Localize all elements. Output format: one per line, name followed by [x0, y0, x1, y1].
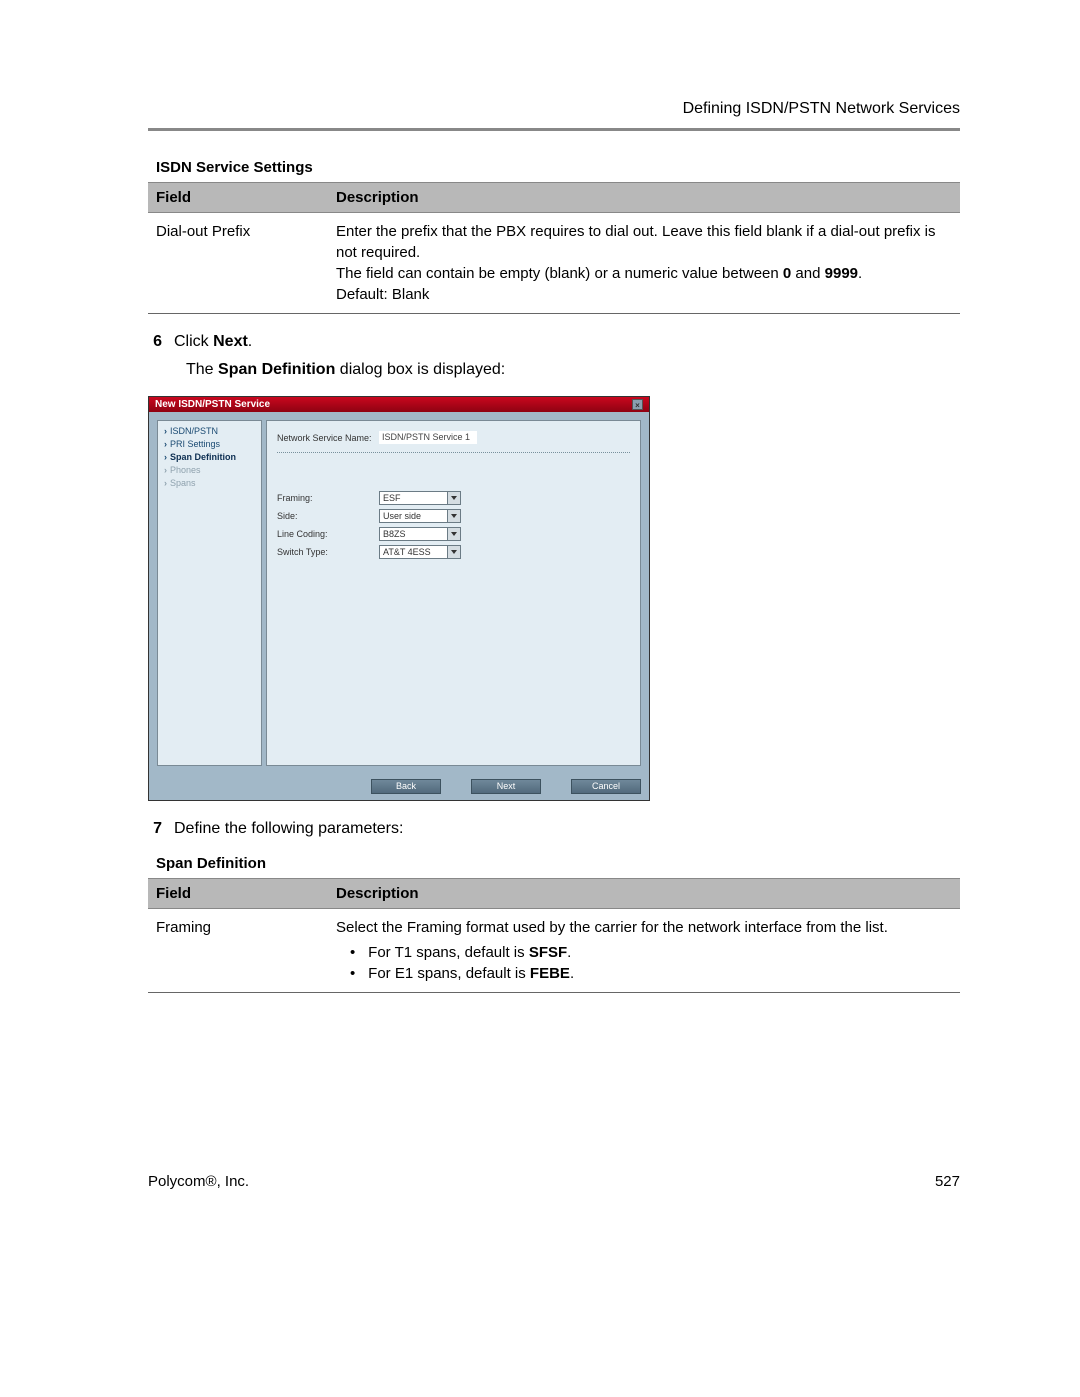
desc-text: . — [858, 265, 862, 282]
isdn-field-cell: Dial-out Prefix — [148, 213, 328, 314]
bullet-text: For E1 spans, default is — [368, 965, 530, 982]
desc-line: Default: Blank — [336, 284, 952, 305]
desc-bold: 0 — [783, 265, 791, 282]
dialog-form: Network Service Name: ISDN/PSTN Service … — [266, 420, 641, 766]
side-label: Side: — [277, 511, 379, 521]
sidebar-item-isdn-pstn[interactable]: ISDN/PSTN — [160, 425, 259, 438]
step-text-span: . — [248, 333, 252, 350]
isdn-col-desc: Description — [328, 183, 960, 213]
list-item: For T1 spans, default is SFSF. — [350, 942, 952, 963]
sidebar-item-pri-settings[interactable]: PRI Settings — [160, 438, 259, 451]
footer-right: 527 — [935, 1173, 960, 1190]
table-row: Dial-out Prefix Enter the prefix that th… — [148, 213, 960, 314]
step-bold: Next — [213, 333, 248, 350]
side-dropdown[interactable]: User side — [379, 509, 461, 523]
sidebar-item-phones: Phones — [160, 464, 259, 477]
span-definition-dialog: New ISDN/PSTN Service × ISDN/PSTN PRI Se… — [148, 396, 650, 801]
span-col-desc: Description — [328, 879, 960, 909]
step-number: 7 — [148, 817, 174, 841]
dialog-title-text: New ISDN/PSTN Service — [155, 399, 270, 410]
isdn-settings-table: Field Description Dial-out Prefix Enter … — [148, 182, 960, 314]
step-text-span: The — [186, 361, 218, 378]
step-text: Click Next. — [174, 330, 960, 354]
step-number: 6 — [148, 330, 174, 354]
service-name-label: Network Service Name: — [277, 433, 379, 443]
desc-text: The field can contain be empty (blank) o… — [336, 265, 783, 282]
span-definition-table: Field Description Framing Select the Fra… — [148, 878, 960, 993]
header-section: Defining ISDN/PSTN Network Services — [148, 100, 960, 118]
span-table-title: Span Definition — [156, 855, 960, 872]
framing-label: Framing: — [277, 493, 379, 503]
step-7: 7 Define the following parameters: — [148, 817, 960, 841]
step-subtext: The Span Definition dialog box is displa… — [186, 358, 960, 382]
bullet-text: For T1 spans, default is — [368, 944, 529, 961]
step-text-span: Click — [174, 333, 213, 350]
line-coding-label: Line Coding: — [277, 529, 379, 539]
desc-line: Select the Framing format used by the ca… — [336, 917, 952, 938]
desc-line: Enter the prefix that the PBX requires t… — [336, 221, 952, 263]
framing-dropdown[interactable]: ESF — [379, 491, 461, 505]
switch-type-label: Switch Type: — [277, 547, 379, 557]
footer-left: Polycom®, Inc. — [148, 1173, 249, 1190]
page-footer: Polycom®, Inc. 527 — [148, 1173, 960, 1190]
span-desc-cell: Select the Framing format used by the ca… — [328, 909, 960, 993]
isdn-desc-cell: Enter the prefix that the PBX requires t… — [328, 213, 960, 314]
sidebar-item-spans: Spans — [160, 477, 259, 490]
bullet-bold: SFSF — [529, 944, 567, 961]
bullet-bold: FEBE — [530, 965, 570, 982]
span-col-field: Field — [148, 879, 328, 909]
header-divider — [148, 128, 960, 131]
step-text-span: dialog box is displayed: — [335, 361, 505, 378]
service-name-value: ISDN/PSTN Service 1 — [379, 431, 477, 444]
back-button[interactable]: Back — [371, 779, 441, 794]
dialog-titlebar: New ISDN/PSTN Service × — [149, 397, 649, 412]
desc-text: and — [791, 265, 824, 282]
step-6: 6 Click Next. The Span Definition dialog… — [148, 330, 960, 382]
form-separator — [277, 452, 630, 453]
list-item: For E1 spans, default is FEBE. — [350, 963, 952, 984]
switch-type-dropdown[interactable]: AT&T 4ESS — [379, 545, 461, 559]
bullet-text: . — [570, 965, 574, 982]
dialog-sidebar: ISDN/PSTN PRI Settings Span Definition P… — [157, 420, 262, 766]
isdn-table-title: ISDN Service Settings — [156, 159, 960, 176]
sidebar-item-span-definition[interactable]: Span Definition — [160, 451, 259, 464]
step-bold: Span Definition — [218, 361, 335, 378]
table-row: Framing Select the Framing format used b… — [148, 909, 960, 993]
step-text: Define the following parameters: — [174, 817, 960, 841]
dialog-footer: Back Next Cancel — [149, 774, 649, 800]
desc-bold: 9999 — [825, 265, 858, 282]
next-button[interactable]: Next — [471, 779, 541, 794]
close-icon[interactable]: × — [632, 399, 643, 410]
isdn-col-field: Field — [148, 183, 328, 213]
cancel-button[interactable]: Cancel — [571, 779, 641, 794]
dialog-body: ISDN/PSTN PRI Settings Span Definition P… — [149, 412, 649, 774]
bullet-list: For T1 spans, default is SFSF. For E1 sp… — [350, 942, 952, 984]
desc-line: The field can contain be empty (blank) o… — [336, 263, 952, 284]
span-field-cell: Framing — [148, 909, 328, 993]
bullet-text: . — [567, 944, 571, 961]
line-coding-dropdown[interactable]: B8ZS — [379, 527, 461, 541]
